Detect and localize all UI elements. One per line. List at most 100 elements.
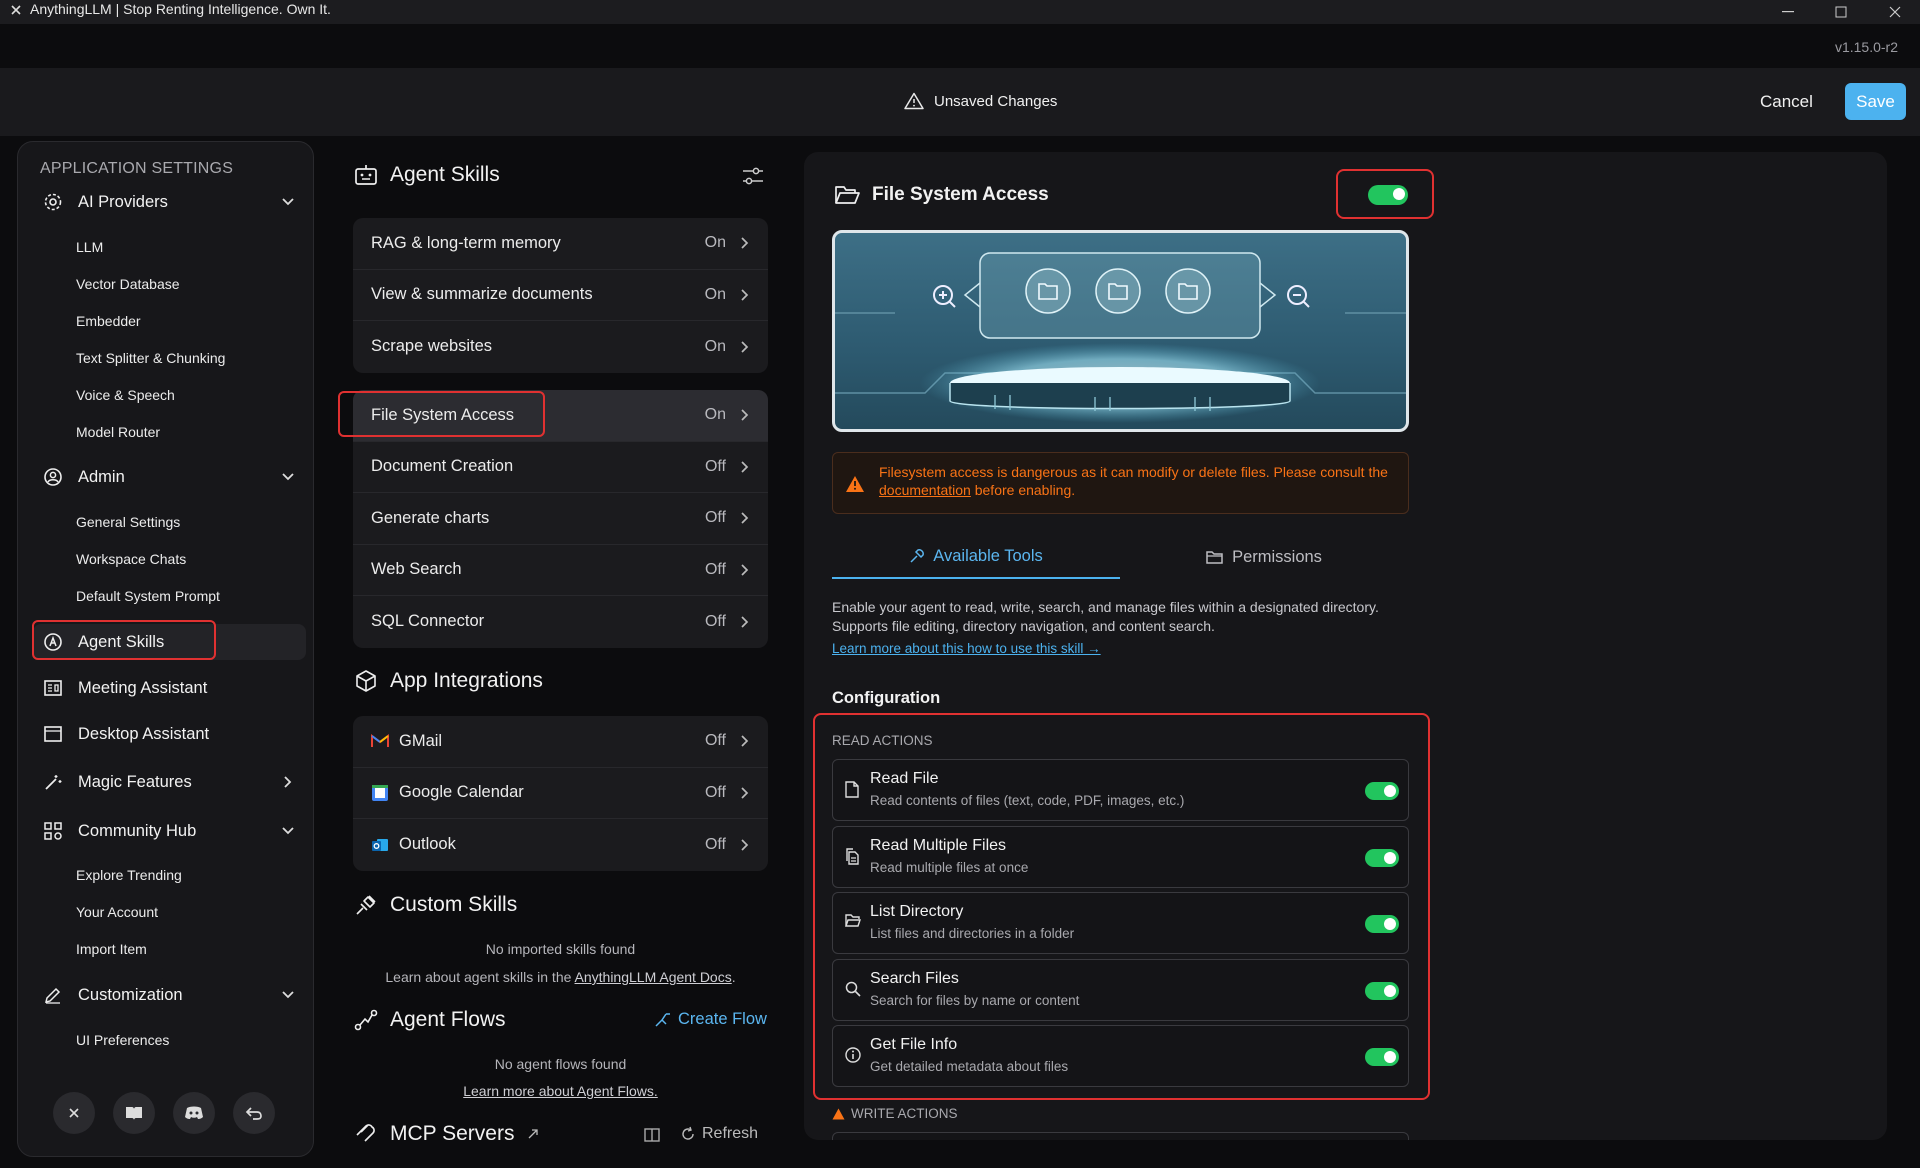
learn-more-skill-link[interactable]: Learn more about this how to use this sk…: [832, 641, 1101, 656]
docs-book-button[interactable]: [113, 1092, 155, 1134]
skill-row-scrape-websites[interactable]: Scrape websites On: [353, 321, 768, 373]
agent-flows-link[interactable]: Learn more about Agent Flows.: [463, 1083, 658, 1099]
magic-wand-icon: [42, 771, 64, 793]
chevron-right-icon: [740, 615, 750, 629]
get-file-info-toggle[interactable]: [1365, 1048, 1399, 1066]
agent-docs-link[interactable]: AnythingLLM Agent Docs: [575, 969, 732, 985]
sidebar-item-meeting-assistant[interactable]: Meeting Assistant: [42, 671, 304, 705]
sidebar-item-default-system-prompt[interactable]: Default System Prompt: [76, 588, 220, 604]
pen-icon: [42, 984, 64, 1006]
file-system-access-highlight-box: [338, 391, 545, 437]
maximize-button[interactable]: [1818, 0, 1864, 24]
agent-flows-heading: Agent Flows: [354, 1008, 506, 1032]
chevron-down-icon: [280, 194, 296, 210]
sidebar-item-community-hub[interactable]: Community Hub: [42, 814, 304, 848]
meeting-icon: [42, 677, 64, 699]
sidebar-item-your-account[interactable]: Your Account: [76, 904, 158, 920]
skill-row-sql-connector[interactable]: SQL Connector Off: [353, 596, 768, 648]
sidebar-item-ui-preferences[interactable]: UI Preferences: [76, 1032, 169, 1048]
close-window-button[interactable]: [1872, 0, 1918, 24]
warning-documentation-link[interactable]: documentation: [879, 482, 971, 498]
tool-get-file-info: Get File Info Get detailed metadata abou…: [832, 1025, 1409, 1087]
google-calendar-icon: [371, 784, 389, 802]
anythingllm-logo-icon: [8, 4, 24, 16]
back-button[interactable]: [233, 1092, 275, 1134]
cancel-button[interactable]: Cancel: [1760, 92, 1813, 112]
integration-row-outlook[interactable]: Outlook Off: [353, 819, 768, 871]
title-bar: AnythingLLM | Stop Renting Intelligence.…: [0, 0, 1920, 24]
sidebar-item-workspace-chats[interactable]: Workspace Chats: [76, 551, 186, 567]
read-actions-heading: READ ACTIONS: [832, 733, 933, 748]
skill-row-view-summarize[interactable]: View & summarize documents On: [353, 270, 768, 321]
user-gear-icon: [42, 466, 64, 488]
gmail-icon: [371, 734, 389, 748]
search-files-toggle[interactable]: [1365, 982, 1399, 1000]
sidebar-item-import-item[interactable]: Import Item: [76, 941, 147, 957]
chevron-right-icon: [740, 838, 750, 852]
sidebar-item-admin[interactable]: Admin: [42, 460, 304, 494]
list-directory-toggle[interactable]: [1365, 915, 1399, 933]
configuration-heading: Configuration: [832, 689, 941, 707]
write-actions-heading: WRITE ACTIONS: [832, 1106, 958, 1121]
flow-plus-icon: [654, 1012, 672, 1028]
skill-row-rag[interactable]: RAG & long-term memory On: [353, 218, 768, 270]
agent-skills-heading: Agent Skills: [354, 163, 500, 187]
tool-search-files: Search Files Search for files by name or…: [832, 959, 1409, 1021]
sidebar-item-desktop-assistant[interactable]: Desktop Assistant: [42, 717, 304, 751]
chevron-down-icon: [280, 987, 296, 1003]
sidebar-item-llm[interactable]: LLM: [76, 239, 103, 255]
no-custom-skills-text: No imported skills found: [485, 941, 636, 957]
discord-button[interactable]: [173, 1092, 215, 1134]
chevron-right-icon: [740, 460, 750, 474]
toggle-highlight-box: [1336, 169, 1434, 219]
sidebar-item-voice-speech[interactable]: Voice & Speech: [76, 387, 175, 403]
sidebar-item-embedder[interactable]: Embedder: [76, 313, 141, 329]
sidebar-item-general-settings[interactable]: General Settings: [76, 514, 180, 530]
sidebar-item-customization[interactable]: Customization: [42, 978, 304, 1012]
read-multiple-files-toggle[interactable]: [1365, 849, 1399, 867]
save-button[interactable]: Save: [1845, 83, 1906, 120]
sidebar-item-model-router[interactable]: Model Router: [76, 424, 160, 440]
filter-sliders-icon[interactable]: [742, 166, 764, 186]
sidebar-item-explore-trending[interactable]: Explore Trending: [76, 867, 182, 883]
sidebar-item-magic-features[interactable]: Magic Features: [42, 765, 304, 799]
tab-available-tools[interactable]: Available Tools: [832, 535, 1120, 579]
mcp-refresh-button[interactable]: Refresh: [680, 1125, 758, 1143]
plugin-icon: [354, 893, 378, 917]
unsaved-changes-text: Unsaved Changes: [934, 92, 1058, 110]
create-flow-button[interactable]: Create Flow: [654, 1010, 767, 1029]
skill-row-web-search[interactable]: Web Search Off: [353, 545, 768, 596]
sidebar-item-text-splitter[interactable]: Text Splitter & Chunking: [76, 350, 225, 366]
settings-sidebar: APPLICATION SETTINGS AI Providers LLM Ve…: [17, 141, 314, 1157]
skill-detail-panel: File System Access Filesystem access is …: [804, 152, 1887, 1140]
search-icon: [845, 981, 861, 997]
outlook-icon: [371, 836, 389, 854]
skill-row-document-creation[interactable]: Document Creation Off: [353, 442, 768, 493]
files-icon: [845, 848, 860, 865]
default-skills-group: RAG & long-term memory On View & summariz…: [353, 218, 768, 373]
integration-row-google-calendar[interactable]: Google Calendar Off: [353, 768, 768, 819]
mcp-docs-icon[interactable]: [643, 1127, 661, 1143]
folder-icon: [1206, 550, 1224, 565]
write-tool-partial: [832, 1132, 1409, 1140]
chevron-right-icon: [740, 340, 750, 354]
flow-icon: [354, 1009, 378, 1031]
agent-skills-highlight-box: [32, 620, 216, 660]
desktop-icon: [42, 723, 64, 745]
minimize-button[interactable]: [1765, 0, 1811, 24]
chevron-right-icon: [740, 786, 750, 800]
folder-open-icon: [845, 914, 861, 928]
sidebar-item-ai-providers[interactable]: AI Providers: [42, 185, 304, 219]
skill-row-generate-charts[interactable]: Generate charts Off: [353, 493, 768, 545]
chevron-right-icon: [740, 511, 750, 525]
window-title: AnythingLLM | Stop Renting Intelligence.…: [30, 1, 331, 17]
warning-alert-icon: [845, 475, 865, 493]
sidebar-item-vector-database[interactable]: Vector Database: [76, 276, 180, 292]
tab-permissions[interactable]: Permissions: [1120, 535, 1408, 579]
read-file-toggle[interactable]: [1365, 782, 1399, 800]
home-logo-button[interactable]: [53, 1092, 95, 1134]
integration-row-gmail[interactable]: GMail Off: [353, 716, 768, 768]
panel-title: File System Access: [834, 184, 1049, 206]
chevron-down-icon: [280, 469, 296, 485]
app-integrations-heading: App Integrations: [354, 669, 543, 693]
